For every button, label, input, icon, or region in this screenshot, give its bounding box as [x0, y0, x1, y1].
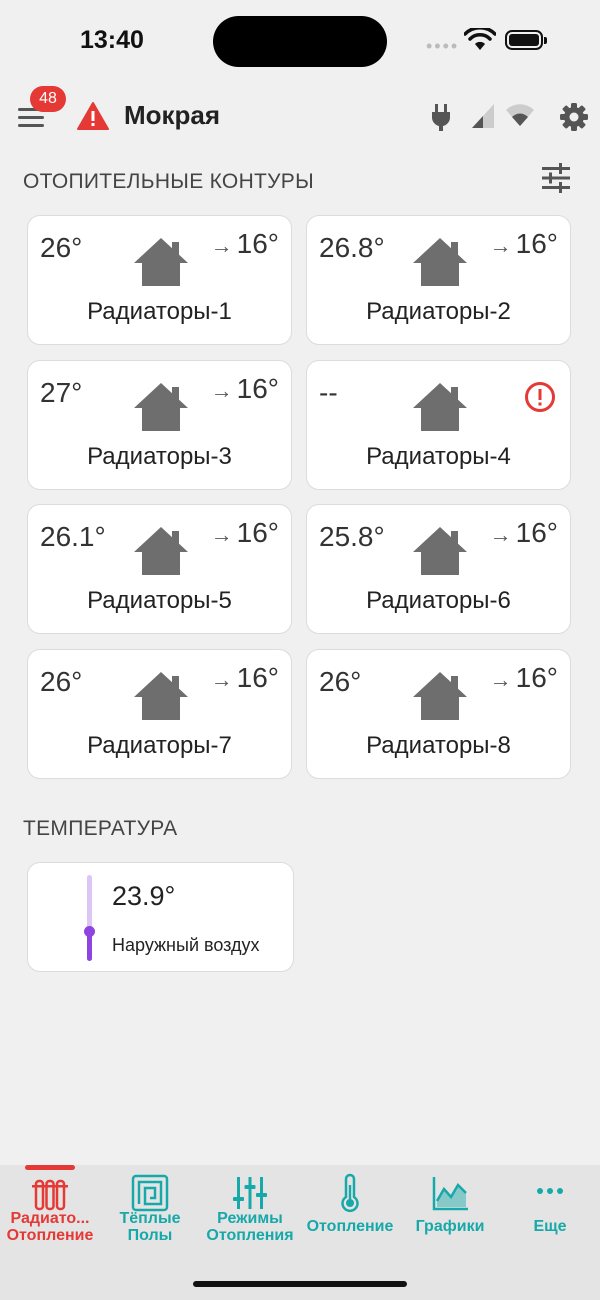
arrow-right-icon: → — [489, 522, 512, 547]
circuit-card[interactable]: 26° → 16° Радиаторы-7 — [27, 648, 292, 779]
current-temperature: 26° — [40, 232, 83, 263]
current-temperature: 26° — [40, 665, 83, 697]
target-temperature-value: 16° — [236, 228, 279, 259]
target-temperature: → 16° — [490, 228, 558, 260]
current-temperature: 26.1° — [40, 521, 106, 552]
circuit-name: Радиаторы-2 — [366, 298, 511, 325]
arrow-right-icon: → — [210, 377, 233, 403]
arrow-right-icon: → — [210, 666, 233, 692]
target-temperature-value: 16° — [515, 228, 558, 259]
temperature-level-knob — [84, 926, 95, 937]
target-temperature-value: 16° — [236, 372, 279, 404]
thermometer-icon — [330, 1173, 370, 1213]
alert-icon — [524, 381, 556, 418]
tab-sliders[interactable]: Режимы Отопления — [200, 1165, 300, 1255]
house-icon — [132, 381, 190, 438]
circuit-card[interactable]: 25.8° → 16° Радиаторы-6 — [306, 504, 571, 634]
house-icon — [132, 670, 190, 727]
target-temperature-value: 16° — [515, 661, 558, 693]
radiator-icon — [30, 1173, 70, 1213]
circuit-name: Радиаторы-7 — [87, 731, 232, 759]
temperature-value: 23.9° — [112, 881, 176, 911]
tab-label: Графики — [415, 1218, 485, 1235]
active-tab-indicator — [25, 1165, 75, 1170]
tab-label: Режимы Отопления — [206, 1210, 294, 1244]
target-temperature: → 16° — [211, 662, 279, 694]
circuit-name: Радиаторы-3 — [87, 442, 232, 470]
status-bar: 13:40 •••• — [0, 0, 600, 84]
battery-icon — [505, 30, 547, 50]
home-indicator — [193, 1281, 407, 1287]
chart-icon — [430, 1173, 470, 1213]
target-temperature-value: 16° — [236, 517, 279, 548]
arrow-right-icon: → — [210, 233, 233, 258]
warning-icon[interactable] — [77, 101, 109, 131]
tab-radiator[interactable]: Радиато... Отопление — [0, 1165, 100, 1255]
section-title-circuits: ОТОПИТЕЛЬНЫЕ КОНТУРЫ — [23, 170, 314, 193]
wifi-icon — [464, 28, 496, 50]
more-icon — [530, 1173, 570, 1213]
circuit-name: Радиаторы-1 — [87, 298, 232, 325]
signal-dots: •••• — [426, 36, 460, 56]
arrow-right-icon: → — [489, 666, 512, 692]
status-time: 13:40 — [80, 26, 144, 54]
tab-more[interactable]: Еще — [500, 1165, 600, 1255]
house-icon — [132, 525, 190, 582]
outdoor-temperature-card[interactable]: 23.9° Наружный воздух — [27, 862, 294, 972]
notification-badge: 48 — [30, 86, 66, 112]
circuit-card[interactable]: 26.8° → 16° Радиаторы-2 — [306, 215, 571, 345]
circuit-card[interactable]: 27° → 16° Радиаторы-3 — [27, 359, 292, 490]
arrow-right-icon: → — [489, 233, 512, 258]
circuit-card[interactable]: 26° → 16° Радиаторы-8 — [306, 648, 571, 779]
target-temperature: → 16° — [211, 517, 279, 549]
sliders-icon — [230, 1173, 270, 1213]
target-temperature: → 16° — [490, 517, 558, 549]
temperature-label: Наружный воздух — [112, 935, 260, 955]
circuit-card[interactable]: 26.1° → 16° Радиаторы-5 — [27, 504, 292, 634]
target-temperature-value: 16° — [515, 517, 558, 548]
house-icon — [411, 525, 469, 582]
target-temperature-value: 16° — [236, 661, 279, 693]
circuit-card[interactable]: -- Радиаторы-4 — [306, 359, 571, 490]
dynamic-island — [213, 16, 387, 67]
circuit-name: Радиаторы-4 — [366, 442, 511, 470]
current-temperature: 27° — [40, 376, 83, 408]
circuit-name: Радиаторы-8 — [366, 731, 511, 759]
floor-heating-icon — [130, 1173, 170, 1213]
app-header: 48 Мокрая — [0, 84, 600, 150]
current-temperature: 26° — [319, 665, 362, 697]
circuit-name: Радиаторы-6 — [366, 587, 511, 614]
circuit-name: Радиаторы-5 — [87, 587, 232, 614]
house-icon — [132, 236, 190, 293]
tab-label: Еще — [533, 1218, 567, 1235]
tab-floor-heating[interactable]: Тёплые Полы — [100, 1165, 200, 1255]
tab-thermometer[interactable]: Отопление — [300, 1165, 400, 1255]
page-title: Мокрая — [124, 100, 221, 130]
tab-chart[interactable]: Графики — [400, 1165, 500, 1255]
tab-label: Отопление — [306, 1218, 394, 1235]
current-temperature: 25.8° — [319, 521, 385, 552]
temperature-level-bar — [84, 875, 95, 961]
target-temperature: → 16° — [490, 662, 558, 694]
wifi-signal-icon — [506, 104, 534, 126]
settings-gear-icon[interactable] — [559, 102, 589, 132]
house-icon — [411, 236, 469, 293]
arrow-right-icon: → — [210, 522, 233, 547]
target-temperature: → 16° — [211, 228, 279, 260]
current-temperature: -- — [319, 376, 338, 408]
house-icon — [411, 381, 469, 438]
bottom-tab-bar: Радиато... Отопление Тёплые Полы Режимы Отопл… — [0, 1165, 600, 1300]
section-title-temperature: ТЕМПЕРАТУРА — [23, 817, 178, 840]
target-temperature: → 16° — [211, 373, 279, 405]
current-temperature: 26.8° — [319, 232, 385, 263]
power-plug-icon — [432, 104, 450, 131]
tab-label: Радиато... Отопление — [6, 1210, 94, 1244]
house-icon — [411, 670, 469, 727]
tab-label: Тёплые Полы — [119, 1210, 181, 1244]
circuit-card[interactable]: 26° → 16° Радиаторы-1 — [27, 215, 292, 345]
tune-filter-icon[interactable] — [540, 162, 572, 194]
cellular-signal-icon — [472, 104, 494, 128]
